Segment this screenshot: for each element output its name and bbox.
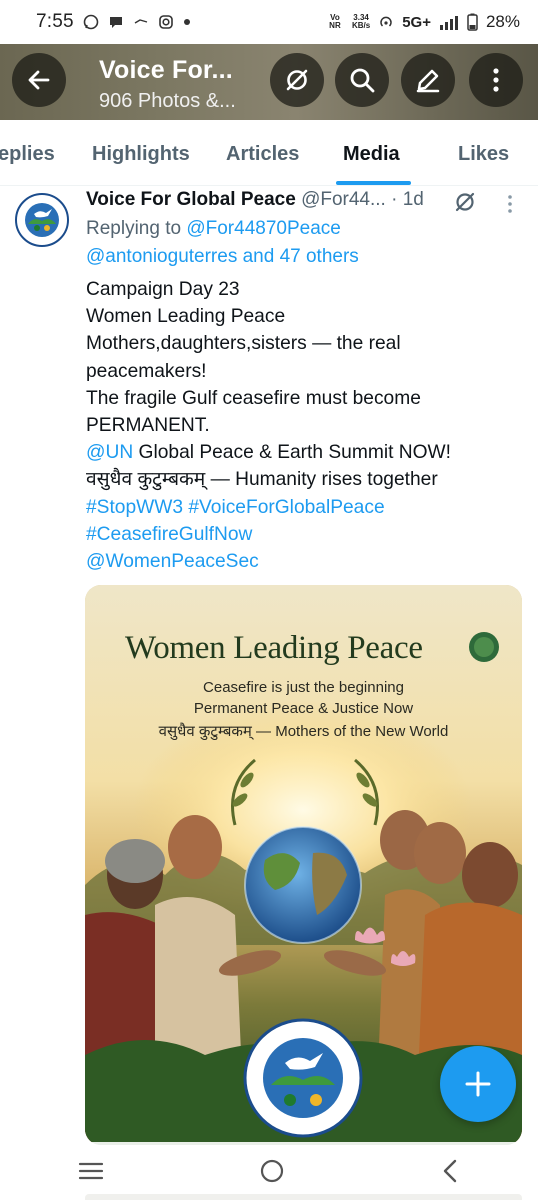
battery-level: 28%	[485, 12, 520, 31]
notification-dot-icon	[183, 19, 190, 25]
replying-to: Replying to @For44870Peace	[86, 218, 341, 240]
tweet-header: Voice For Global Peace @For44... · 1d	[86, 189, 424, 211]
compose-button[interactable]	[401, 53, 455, 107]
grok-icon	[286, 69, 308, 91]
search-button[interactable]	[335, 53, 389, 107]
recent-apps-icon[interactable]	[77, 1160, 105, 1182]
search-icon	[350, 68, 375, 93]
plus-icon	[465, 1071, 491, 1097]
new-post-button[interactable]	[440, 1046, 516, 1122]
back-icon[interactable]	[439, 1157, 461, 1185]
reply-mention-link[interactable]: @For44870Peace	[186, 218, 341, 239]
profile-title: Voice For...	[99, 56, 233, 84]
vasudhaiva-logo-icon	[15, 193, 69, 247]
profile-tabs: eplies Highlights Articles Media Likes	[0, 120, 538, 186]
profile-subtitle: 906 Photos &...	[99, 90, 236, 112]
tweet-line: The fragile Gulf ceasefire must become	[86, 387, 421, 409]
profile-header: Voice For... 906 Photos &...	[0, 44, 538, 120]
system-navigation-bar	[0, 1142, 538, 1200]
hashtag-ceasefire-link[interactable]: #CeasefireGulfNow	[86, 521, 526, 548]
tweet-line: Campaign Day 23	[86, 279, 240, 300]
summit-text: Global Peace & Earth Summit NOW!	[133, 442, 451, 464]
active-tab-indicator	[336, 181, 411, 185]
tweet-line: PERMANENT.	[86, 415, 210, 437]
tab-replies[interactable]: eplies	[0, 143, 55, 166]
un-mention-link[interactable]: @UN	[86, 442, 133, 463]
hashtags-link[interactable]: #StopWW3 #VoiceForGlobalPeace	[86, 494, 526, 521]
volte-label: Vo NR	[329, 13, 341, 30]
replying-to-others: @antonioguterres and 47 others	[86, 246, 359, 268]
reply-others-link[interactable]: @antonioguterres and 47 others	[86, 246, 359, 267]
tab-articles[interactable]: Articles	[226, 143, 299, 166]
battery-icon	[467, 13, 478, 31]
more-vertical-icon[interactable]	[506, 194, 514, 214]
tab-media[interactable]: Media	[343, 143, 400, 166]
replying-prefix: Replying to	[86, 218, 187, 239]
media-line-1: Ceasefire is just the beginning	[203, 679, 404, 696]
tweet-line: peacemakers!	[86, 360, 207, 382]
back-button[interactable]	[12, 53, 66, 107]
women-peace-mention-link[interactable]: @WomenPeaceSec	[86, 548, 526, 575]
tweet-text: Campaign Day 23 Women Leading Peace Moth…	[86, 276, 526, 575]
author-handle[interactable]: @For44...	[301, 189, 386, 210]
hotspot-icon	[380, 16, 392, 27]
media-line-3: वसुधैव कुटुम्बकम् — Mothers of the New W…	[158, 723, 449, 740]
tweet-line-summit: @UN Global Peace & Earth Summit NOW!	[86, 439, 526, 466]
whatsapp-icon	[83, 14, 99, 30]
grok-button[interactable]	[270, 53, 324, 107]
tweet-line: Mothers,daughters,sisters — the real	[86, 333, 401, 355]
tab-highlights[interactable]: Highlights	[92, 143, 190, 166]
chat-icon	[109, 17, 122, 28]
tweet-time: · 1d	[391, 189, 424, 210]
instagram-icon	[158, 15, 173, 29]
more-options-button[interactable]	[469, 53, 523, 107]
tab-likes[interactable]: Likes	[458, 143, 509, 166]
grok-icon[interactable]	[453, 190, 477, 214]
more-vertical-icon	[493, 68, 499, 92]
status-bar: 7:55 Vo NR 3.34 KB/s 5G+ 28%	[0, 0, 538, 44]
status-time: 7:55	[36, 11, 74, 32]
media-title: Women Leading Peace	[125, 630, 423, 666]
network-speed-unit: KB/s	[351, 21, 371, 30]
tweet-line: Women Leading Peace	[86, 306, 286, 328]
back-arrow-icon	[28, 70, 50, 90]
home-icon[interactable]	[258, 1157, 286, 1185]
app-icon	[134, 19, 147, 24]
signal-icon	[439, 16, 458, 30]
pencil-icon	[416, 69, 440, 93]
network-type: 5G+	[402, 13, 431, 31]
author-name[interactable]: Voice For Global Peace	[86, 189, 296, 210]
sanskrit-line: वसुधैव कुटुम्बकम् — Humanity rises toget…	[86, 469, 438, 491]
media-line-2: Permanent Peace & Justice Now	[193, 700, 414, 717]
avatar[interactable]	[14, 192, 70, 248]
